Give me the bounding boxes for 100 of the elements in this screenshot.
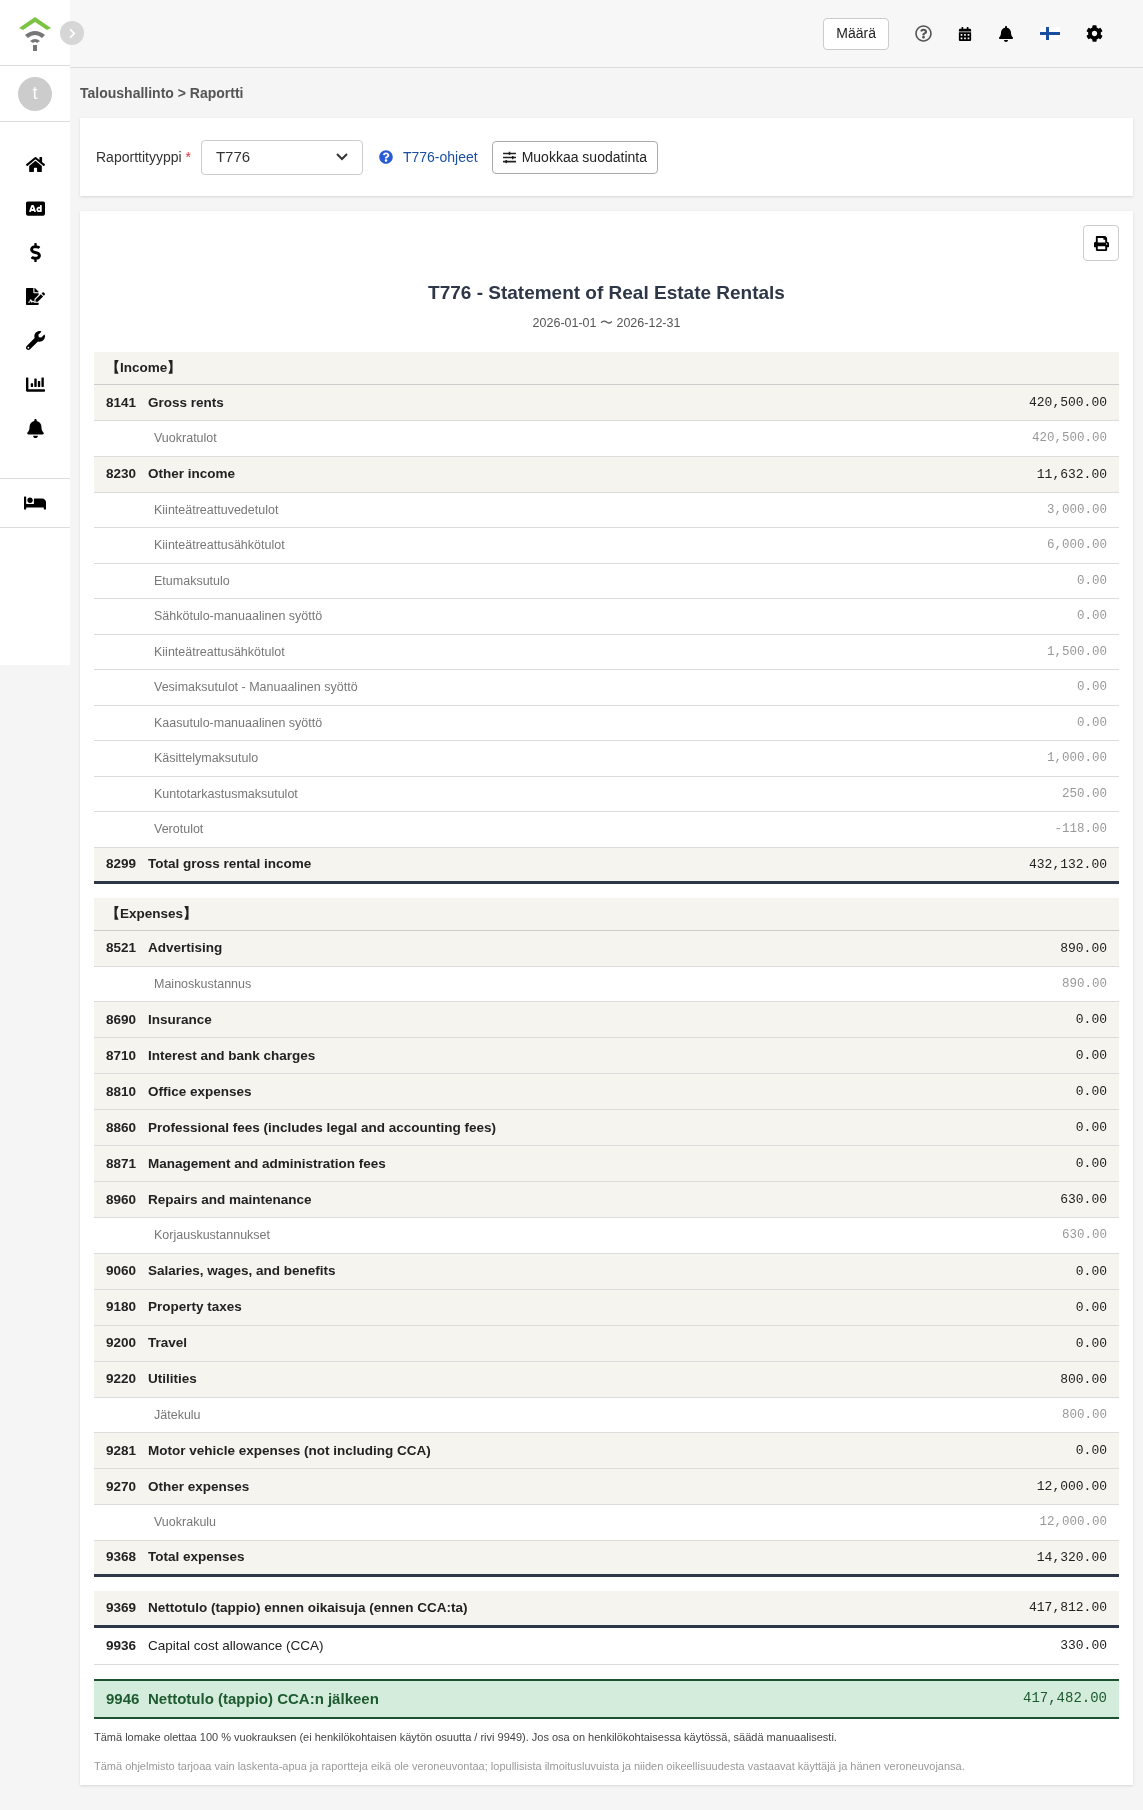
- amount: 0.00: [1075, 1155, 1107, 1173]
- amount: 0.00: [1077, 714, 1107, 732]
- amount: 1,000.00: [1047, 750, 1107, 768]
- account-label: Motor vehicle expenses (not including CCA): [148, 1441, 431, 1460]
- account-code: 9281: [106, 1441, 138, 1460]
- account-label: Interest and bank charges: [148, 1046, 316, 1065]
- bar-chart-icon[interactable]: [25, 375, 45, 394]
- account-label: Nettotulo (tappio) ennen oikaisuja (ennen CCA:ta): [148, 1598, 468, 1617]
- unit-button[interactable]: Määrä: [823, 17, 889, 50]
- print-button[interactable]: [1083, 225, 1119, 261]
- account-code: 8299: [106, 855, 138, 874]
- report-type-select[interactable]: T776: [200, 139, 363, 175]
- detail-label: Kiinteätreattusähkötulot: [154, 537, 285, 555]
- account-label: Management and administration fees: [148, 1154, 386, 1173]
- amount: 12,000.00: [1039, 1514, 1107, 1532]
- account-label: Travel: [148, 1334, 188, 1353]
- account-code: 8860: [106, 1118, 138, 1137]
- detail-label: Vuokratulot: [154, 430, 217, 448]
- amount: 890.00: [1060, 939, 1107, 958]
- account-label: Nettotulo (tappio) CCA:n jälkeen: [148, 1688, 379, 1709]
- account-code: 9936: [106, 1636, 138, 1655]
- ad-icon[interactable]: [25, 199, 45, 218]
- amount: 1,500.00: [1047, 643, 1107, 661]
- account-label: Professional fees (includes legal and accounting fees): [148, 1118, 497, 1137]
- amount: 432,132.00: [1029, 855, 1107, 874]
- help-icon[interactable]: [915, 25, 932, 42]
- amount: 11,632.00: [1036, 465, 1107, 484]
- amount: 630.00: [1060, 1191, 1107, 1209]
- account-code: 8141: [106, 393, 138, 412]
- account-code: 9220: [106, 1370, 138, 1389]
- amount: 0.00: [1077, 608, 1107, 626]
- help-link[interactable]: T776-ohjeet: [402, 146, 478, 168]
- amount: 0.00: [1075, 1442, 1107, 1460]
- amount: 800.00: [1062, 1406, 1107, 1424]
- account-code: 9368: [106, 1548, 138, 1567]
- calendar-icon[interactable]: [958, 26, 972, 41]
- detail-label: Kiinteätreattusähkötulot: [154, 643, 285, 661]
- detail-label: Mainoskustannus: [154, 975, 252, 993]
- account-label: Advertising: [148, 939, 223, 958]
- breadcrumb: Taloushallinto > Raportti: [80, 84, 245, 103]
- detail-label: Vesimaksutulot - Manuaalinen syöttö: [154, 679, 358, 697]
- account-code: 9060: [106, 1262, 138, 1281]
- detail-label: Korjauskustannukset: [154, 1227, 271, 1245]
- flag-icon[interactable]: [1040, 27, 1060, 40]
- account-label: Capital cost allowance (CCA): [148, 1636, 324, 1655]
- amount: 417,482.00: [1023, 1689, 1107, 1709]
- account-code: 8690: [106, 1010, 138, 1029]
- detail-label: Jätekulu: [154, 1406, 201, 1424]
- account-label: Utilities: [148, 1370, 197, 1389]
- report-period: 2026-01-01 〜 2026-12-31: [531, 314, 682, 332]
- account-label: Office expenses: [148, 1082, 252, 1101]
- amount: 890.00: [1062, 975, 1107, 993]
- amount: 417,812.00: [1029, 1599, 1107, 1617]
- print-icon: [1093, 235, 1109, 251]
- account-code: 8521: [106, 939, 138, 958]
- account-code: 8871: [106, 1154, 138, 1173]
- wrench-icon[interactable]: [25, 331, 45, 350]
- amount: 0.00: [1075, 1298, 1107, 1317]
- chevron-icon: [335, 153, 348, 161]
- bell-icon[interactable]: [998, 25, 1014, 42]
- document-edit-icon[interactable]: [25, 287, 45, 306]
- amount: 800.00: [1060, 1370, 1107, 1389]
- account-label: Other expenses: [148, 1477, 250, 1496]
- account-label: Property taxes: [148, 1298, 242, 1317]
- amount: 3,000.00: [1047, 501, 1107, 519]
- edit-filter-button[interactable]: Muokkaa suodatinta: [491, 140, 658, 174]
- settings-icon[interactable]: [1086, 25, 1103, 42]
- detail-label: Kuntotarkastusmaksutulot: [154, 785, 298, 803]
- detail-label: Vuokrakulu: [154, 1514, 217, 1532]
- detail-label: Kaasutulo-manuaalinen syöttö: [154, 714, 323, 732]
- account-label: Total expenses: [148, 1548, 245, 1567]
- amount: 420,500.00: [1032, 430, 1107, 448]
- help-icon: [378, 150, 393, 164]
- account-code: 8710: [106, 1046, 138, 1065]
- amount: 0.00: [1075, 1047, 1107, 1065]
- amount: 0.00: [1075, 1083, 1107, 1101]
- report-title: T776 - Statement of Real Estate Rentals: [427, 281, 786, 305]
- account-code: 9180: [106, 1298, 138, 1317]
- footnote: Tämä lomake olettaa 100 % vuokrauksen (ei henkilökohtaisen käytön osuutta / rivi 9949). Jos osa on henkilökohtaisessa käytössä, säädä manuaalisesti.: [94, 1729, 838, 1745]
- account-label: Total gross rental income: [148, 855, 312, 874]
- amount: 630.00: [1062, 1227, 1107, 1245]
- detail-label: Etumaksutulo: [154, 572, 230, 590]
- account-code: 9200: [106, 1334, 138, 1353]
- amount: 0.00: [1075, 1119, 1107, 1137]
- detail-label: Sähkötulo-manuaalinen syöttö: [154, 608, 323, 626]
- amount: 12,000.00: [1036, 1478, 1107, 1496]
- account-label: Insurance: [148, 1010, 212, 1029]
- section-heading: 【Expenses】: [94, 897, 1119, 931]
- home-icon[interactable]: [25, 155, 45, 174]
- amount: 0.00: [1077, 572, 1107, 590]
- amount: 250.00: [1062, 785, 1107, 803]
- amount: -118.00: [1054, 821, 1107, 839]
- account-code: 8810: [106, 1082, 138, 1101]
- amount: 330.00: [1060, 1637, 1107, 1655]
- amount: 0.00: [1075, 1334, 1107, 1353]
- amount: 420,500.00: [1029, 394, 1107, 412]
- detail-label: Käsittelymaksutulo: [154, 750, 259, 768]
- amount: 6,000.00: [1047, 537, 1107, 555]
- account-code: 9369: [106, 1598, 138, 1617]
- bell-icon[interactable]: [25, 419, 45, 438]
